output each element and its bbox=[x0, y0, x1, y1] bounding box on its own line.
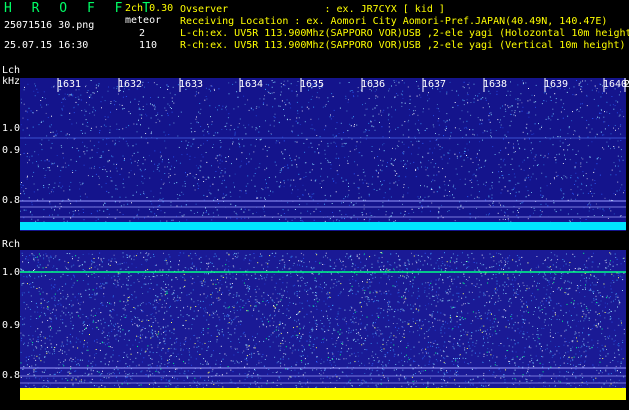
time-tick-label: 1639 bbox=[544, 79, 569, 90]
lch-spectrogram bbox=[20, 78, 626, 231]
time-tick-label: 1638 bbox=[483, 79, 508, 90]
rch-noise-floor bbox=[20, 388, 626, 400]
time-tick-label: 1631 bbox=[57, 79, 82, 90]
time-tick-label: 1633 bbox=[179, 79, 204, 90]
spectrogram-canvas bbox=[20, 78, 626, 400]
lch-noise-floor bbox=[20, 222, 626, 230]
time-tick-label: 1635 bbox=[300, 79, 325, 90]
time-tick-label: 1632 bbox=[118, 79, 143, 90]
time-tick-label: 1634 bbox=[239, 79, 264, 90]
time-tick-label: 1637 bbox=[422, 79, 447, 90]
time-tick-label: 1636 bbox=[361, 79, 386, 90]
time-tick-label: 2 bbox=[624, 79, 629, 90]
